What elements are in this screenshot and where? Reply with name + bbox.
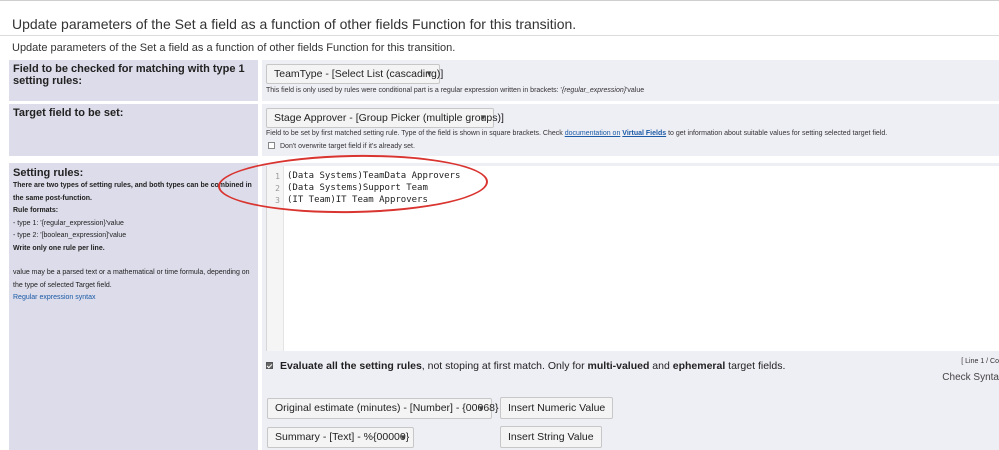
page-description: Update parameters of the Set a field as … <box>12 42 456 54</box>
matching-field-row: Field to be checked for matching with ty… <box>9 60 999 101</box>
numeric-field-select[interactable]: Original estimate (minutes) - [Number] -… <box>267 398 499 419</box>
dont-overwrite-label: Don't overwrite target field if it's alr… <box>280 143 415 150</box>
check-syntax-button[interactable]: Check Synta <box>942 372 999 383</box>
top-border <box>0 0 999 5</box>
setting-rules-label-cell: Setting rules: There are two types of se… <box>9 163 258 450</box>
target-field-hint: Field to be set by first matched setting… <box>266 130 888 137</box>
chevron-down-icon: ▼ <box>399 433 407 442</box>
setting-rules-label: Setting rules: <box>13 167 84 179</box>
evaluate-all-label: Evaluate all the setting rules, not stop… <box>280 360 786 372</box>
evaluate-all-checkbox[interactable] <box>266 362 273 369</box>
regex-syntax-link[interactable]: Regular expression syntax <box>13 294 96 301</box>
insert-string-value-button[interactable]: Insert String Value <box>500 426 602 448</box>
dont-overwrite-checkbox[interactable] <box>268 142 275 149</box>
matching-field-label: Field to be checked for matching with ty… <box>13 63 245 87</box>
matching-field-label-cell: Field to be checked for matching with ty… <box>9 60 258 101</box>
target-field-select[interactable]: Stage Approver - [Group Picker (multiple… <box>266 108 504 128</box>
target-field-label: Target field to be set: <box>13 107 124 119</box>
string-field-select[interactable]: Summary - [Text] - %{00000} ▼ <box>267 427 414 448</box>
matching-field-hint: This field is only used by rules were co… <box>266 87 645 94</box>
rule-format-type1: - type 1: '{regular_expression}'value <box>13 219 124 227</box>
page-title: Update parameters of the Set a field as … <box>12 16 577 32</box>
documentation-link[interactable]: documentation on <box>565 130 621 137</box>
value-note-line2: the type of selected Target field. <box>13 281 112 289</box>
matching-field-select-value: TeamType - [Select List (cascading)] <box>274 68 444 80</box>
target-field-label-cell: Target field to be set: <box>9 104 258 156</box>
rule-format-type2: - type 2: '[boolean_expression]'value <box>13 232 127 239</box>
one-rule-note: Write only one rule per line. <box>13 244 105 252</box>
target-field-value-cell: Stage Approver - [Group Picker (multiple… <box>262 104 999 156</box>
insert-numeric-value-button[interactable]: Insert Numeric Value <box>500 397 614 419</box>
matching-field-value-cell: TeamType - [Select List (cascading)] ▼ T… <box>262 60 999 101</box>
matching-field-select[interactable]: TeamType - [Select List (cascading)] ▼ <box>266 64 444 84</box>
chevron-down-icon: ▼ <box>425 69 433 78</box>
cursor-position: [ Line 1 / Co <box>961 358 999 365</box>
rule-formats-title: Rule formats: <box>13 207 59 214</box>
value-note-line1: value may be a parsed text or a mathemat… <box>13 269 250 276</box>
virtual-fields-link[interactable]: Virtual Fields <box>622 130 666 137</box>
target-field-row: Target field to be set: Stage Approver -… <box>9 104 999 156</box>
chevron-down-icon: ▼ <box>477 404 485 413</box>
title-divider <box>0 35 999 36</box>
chevron-down-icon: ▼ <box>479 113 487 122</box>
rules-help-line2: the same post-function. <box>13 194 92 202</box>
target-field-select-value: Stage Approver - [Group Picker (multiple… <box>274 112 504 124</box>
string-field-select-value: Summary - [Text] - %{00000} <box>275 431 410 443</box>
numeric-field-select-value: Original estimate (minutes) - [Number] -… <box>275 402 499 414</box>
